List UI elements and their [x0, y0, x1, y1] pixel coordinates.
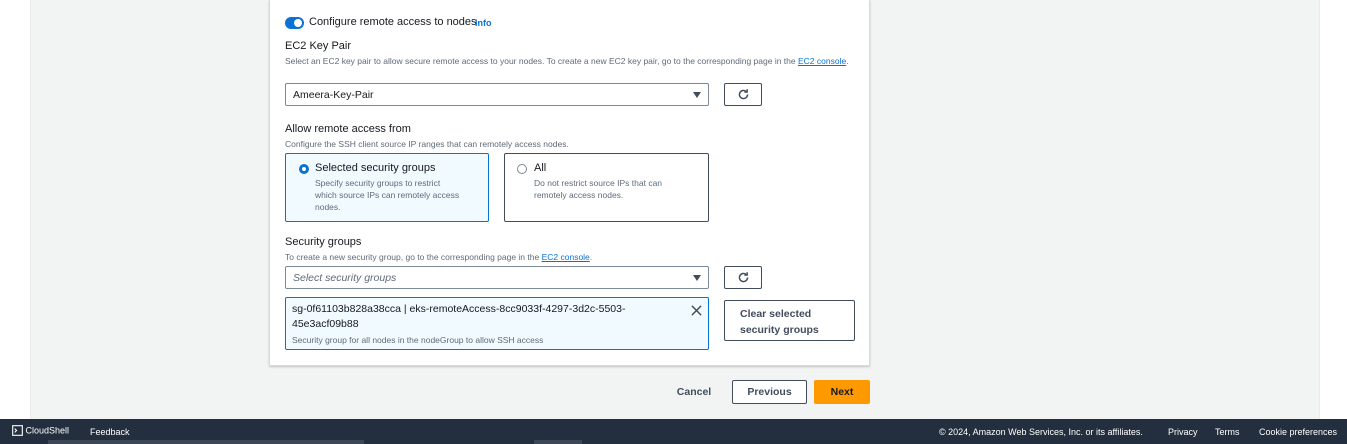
clear-selected-security-groups-button[interactable]: Clear selected security groups — [724, 300, 855, 341]
ec2-console-link-part1: EC2 — [797, 56, 815, 66]
cloudshell-button[interactable]: CloudShell — [12, 425, 69, 436]
caret-down-icon — [693, 92, 701, 98]
caret-down-icon — [693, 275, 701, 281]
feedback-link[interactable]: Feedback — [90, 427, 130, 437]
radio-selected-icon — [299, 164, 309, 174]
clear-button-line: Clear selected — [740, 308, 812, 320]
terminal-icon — [12, 425, 23, 436]
token-description: Security group for all nodes in the node… — [292, 335, 544, 345]
security-groups-select[interactable]: Select security groups — [285, 266, 709, 289]
option-all[interactable]: All Do not restrict source IPs that can … — [504, 153, 709, 222]
clear-button-line: security groups — [740, 324, 819, 336]
option-description-line: Do not restrict source IPs that can — [534, 178, 663, 188]
ec2-console-link[interactable]: EC2 console — [798, 56, 846, 66]
close-icon — [691, 305, 702, 316]
previous-button[interactable]: Previous — [732, 380, 807, 404]
key-pair-selected-value: Ameera-Key-Pair — [293, 88, 374, 101]
cancel-button[interactable]: Cancel — [670, 380, 718, 404]
token-label-line: sg-0f61103b828a38cca | eks-remoteAccess-… — [292, 303, 626, 315]
remote-access-toggle[interactable] — [285, 17, 304, 29]
option-description: Specify security groups to restrict whic… — [315, 177, 459, 213]
info-link[interactable]: Info — [475, 18, 492, 28]
selected-security-group-token: sg-0f61103b828a38cca | eks-remoteAccess-… — [285, 297, 709, 350]
refresh-icon — [738, 89, 748, 100]
taskbar-strip — [534, 440, 582, 444]
refresh-key-pairs-button[interactable] — [724, 83, 762, 106]
privacy-link[interactable]: Privacy — [1168, 427, 1198, 437]
security-groups-description-text: To create a new security group, go to th… — [285, 252, 540, 262]
option-description-line: Specify security groups to restrict — [315, 178, 441, 188]
ec2-console-link[interactable]: EC2 console — [542, 252, 590, 262]
remote-access-toggle-label: Configure remote access to nodes — [309, 16, 477, 28]
key-pair-description-text: Select an EC2 key pair to allow secure r… — [285, 56, 796, 66]
token-label-line: 45e3acf09b88 — [292, 318, 359, 330]
taskbar-strip — [48, 440, 364, 444]
option-selected-security-groups[interactable]: Selected security groups Specify securit… — [285, 153, 489, 222]
option-title: All — [534, 162, 547, 174]
token-label: sg-0f61103b828a38cca | eks-remoteAccess-… — [292, 302, 625, 332]
ec2-console-link-part2: console — [816, 56, 847, 66]
option-description-line: which source IPs can remotely access — [315, 190, 460, 200]
key-pair-description: Select an EC2 key pair to allow secure r… — [285, 55, 850, 67]
next-button[interactable]: Next — [814, 380, 870, 404]
security-groups-label: Security groups — [285, 236, 362, 248]
refresh-icon — [738, 272, 748, 283]
key-pair-select[interactable]: Ameera-Key-Pair — [285, 83, 709, 106]
security-groups-placeholder: Select security groups — [293, 271, 397, 284]
allow-from-description: Configure the SSH client source IP range… — [285, 139, 569, 149]
option-description-line: remotely access nodes. — [534, 190, 624, 200]
cookie-preferences-link[interactable]: Cookie preferences — [1259, 427, 1337, 437]
copyright-text: © 2024, Amazon Web Services, Inc. or its… — [939, 427, 1143, 437]
dismiss-token-button[interactable] — [691, 303, 702, 321]
terms-link[interactable]: Terms — [1215, 427, 1240, 437]
security-groups-description: To create a new security group, go to th… — [285, 251, 592, 263]
key-pair-description-suffix: . — [846, 56, 849, 66]
cloudshell-label: CloudShell — [25, 425, 70, 436]
radio-unselected-icon — [517, 164, 527, 174]
option-description-line: nodes. — [315, 202, 341, 212]
security-groups-description-suffix: . — [589, 252, 593, 262]
key-pair-label: EC2 Key Pair — [285, 40, 352, 52]
allow-from-label: Allow remote access from — [285, 123, 411, 135]
refresh-security-groups-button[interactable] — [724, 266, 762, 289]
option-title: Selected security groups — [315, 162, 436, 174]
option-description: Do not restrict source IPs that can remo… — [534, 177, 662, 201]
